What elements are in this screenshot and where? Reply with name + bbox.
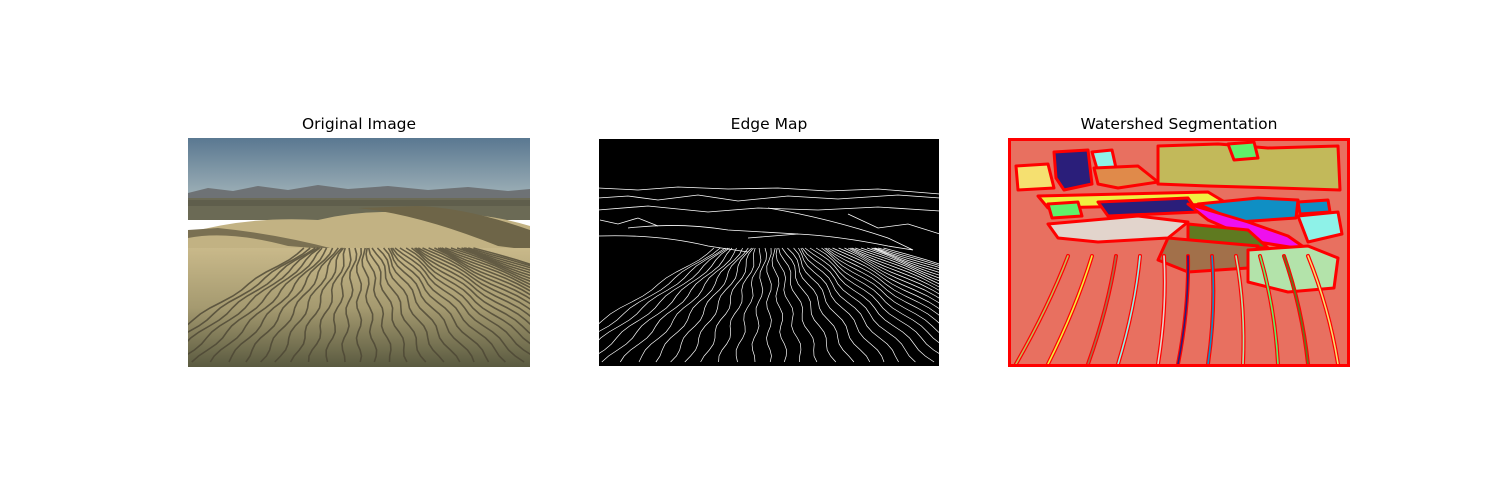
edge-map-title: Edge Map xyxy=(730,115,808,133)
edge-map-image xyxy=(598,138,940,367)
watershed-segmentation-image xyxy=(1008,138,1350,367)
original-image xyxy=(188,138,530,367)
watershed-title: Watershed Segmentation xyxy=(1080,115,1278,133)
original-image-title: Original Image xyxy=(301,115,417,133)
